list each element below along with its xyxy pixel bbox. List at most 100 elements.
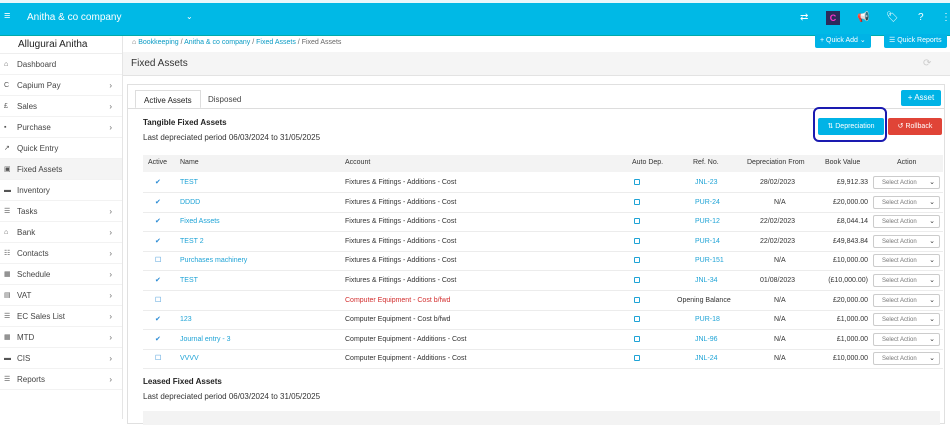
- sidebar-item-vat[interactable]: ▤ VAT ›: [0, 285, 122, 306]
- auto-dep-icon[interactable]: [634, 296, 640, 303]
- tangible-section-title: Tangible Fixed Assets: [143, 118, 227, 127]
- breadcrumb-fixed-assets[interactable]: Fixed Assets: [256, 39, 296, 46]
- select-action-dropdown[interactable]: Select Action ⌄: [873, 195, 940, 209]
- chevron-right-icon: ›: [109, 375, 112, 384]
- active-checkbox[interactable]: ✔: [155, 218, 162, 225]
- help-icon[interactable]: ?: [918, 12, 924, 23]
- asset-name-link[interactable]: DDDD: [180, 199, 200, 206]
- auto-dep-icon[interactable]: [634, 257, 640, 264]
- select-action-dropdown[interactable]: Select Action ⌄: [873, 234, 940, 248]
- quick-reports-button[interactable]: ☰ Quick Reports: [884, 34, 947, 48]
- active-checkbox[interactable]: ✔: [155, 179, 162, 186]
- refresh-icon[interactable]: ⟳: [923, 58, 931, 69]
- sidebar-item-dashboard[interactable]: ⌂ Dashboard: [0, 54, 122, 75]
- active-checkbox[interactable]: ✔: [155, 277, 162, 284]
- ref-no-cell[interactable]: JNL-96: [695, 336, 718, 343]
- megaphone-icon[interactable]: 📢: [857, 12, 869, 23]
- menu-icon[interactable]: ≡: [4, 10, 10, 22]
- sidebar-item-bank[interactable]: ⌂ Bank ›: [0, 222, 122, 243]
- table-row: ✔ 123 Computer Equipment - Cost b/fwd PUR-1…: [143, 310, 943, 331]
- chevron-down-icon[interactable]: ⌄: [186, 12, 193, 21]
- quick-add-button[interactable]: + Quick Add ⌄: [815, 34, 871, 48]
- active-checkbox[interactable]: ☐: [155, 355, 162, 362]
- sidebar-item-label: MTD: [17, 333, 35, 342]
- ref-no-cell[interactable]: JNL-34: [695, 277, 718, 284]
- switch-icon[interactable]: ⇄: [800, 12, 808, 23]
- tab-disposed[interactable]: Disposed: [200, 90, 249, 109]
- active-checkbox[interactable]: ☐: [155, 257, 162, 264]
- active-checkbox[interactable]: ✔: [155, 238, 162, 245]
- ref-no-cell[interactable]: PUR-18: [695, 316, 720, 323]
- breadcrumb-current: Fixed Assets: [301, 39, 342, 46]
- sidebar-item-cis[interactable]: ▬ CIS ›: [0, 348, 122, 369]
- book-value-cell: £1,000.00: [836, 335, 868, 343]
- select-action-dropdown[interactable]: Select Action ⌄: [873, 176, 940, 189]
- sidebar-item-schedule[interactable]: ▦ Schedule ›: [0, 264, 122, 285]
- ref-no-cell[interactable]: PUR-24: [695, 199, 720, 206]
- tag-icon[interactable]: 🏷: [886, 12, 899, 23]
- asset-name-link[interactable]: 123: [180, 316, 192, 323]
- table-row: ✔ TEST Fixtures & Fittings - Additions - C…: [143, 271, 943, 291]
- active-checkbox[interactable]: ✔: [155, 316, 162, 323]
- sidebar-item-inventory[interactable]: ▬ Inventory: [0, 180, 122, 201]
- select-action-dropdown[interactable]: Select Action ⌄: [873, 274, 940, 287]
- asset-name-link[interactable]: VVVV: [180, 355, 199, 362]
- select-action-dropdown[interactable]: Select Action ⌄: [873, 352, 940, 366]
- select-action-dropdown[interactable]: Select Action ⌄: [873, 215, 940, 229]
- ref-no-cell[interactable]: PUR-12: [695, 218, 720, 225]
- chevron-down-icon: ⌄: [929, 296, 935, 304]
- sidebar-item-purchase[interactable]: ▪ Purchase ›: [0, 117, 122, 138]
- sidebar-item-tasks[interactable]: ☰ Tasks ›: [0, 201, 122, 222]
- asset-name-link[interactable]: TEST: [180, 179, 198, 186]
- company-selector[interactable]: Anitha & co company: [27, 12, 122, 23]
- sidebar-icon: ▪: [4, 124, 7, 131]
- asset-name-link[interactable]: Fixed Assets: [180, 218, 220, 225]
- account-cell: Fixtures & Fittings - Additions - Cost: [345, 179, 457, 186]
- add-asset-button[interactable]: + Asset: [901, 90, 941, 106]
- auto-dep-icon[interactable]: [634, 198, 640, 205]
- auto-dep-icon[interactable]: [634, 355, 640, 362]
- rollback-button[interactable]: ↺ Rollback: [888, 118, 942, 135]
- auto-dep-icon[interactable]: [634, 218, 640, 225]
- auto-dep-icon[interactable]: [634, 277, 640, 283]
- asset-name-link[interactable]: Journal entry - 3: [180, 336, 231, 343]
- depreciation-button[interactable]: ⇅ Depreciation: [818, 118, 884, 135]
- sidebar-item-sales[interactable]: £ Sales ›: [0, 96, 122, 117]
- asset-name-link[interactable]: TEST: [180, 277, 198, 284]
- active-checkbox[interactable]: ☐: [155, 297, 162, 304]
- book-value-cell: £8,044.14: [836, 218, 868, 226]
- ref-no-cell[interactable]: JNL-23: [695, 179, 718, 186]
- sidebar-item-ec-sales-list[interactable]: ☰ EC Sales List ›: [0, 306, 122, 327]
- sidebar-item-reports[interactable]: ☰ Reports ›: [0, 369, 122, 390]
- more-icon[interactable]: ⋮: [941, 12, 950, 23]
- auto-dep-icon[interactable]: [634, 316, 640, 323]
- auto-dep-icon[interactable]: [634, 335, 640, 342]
- active-checkbox[interactable]: ✔: [155, 199, 162, 206]
- breadcrumb-bookkeeping[interactable]: Bookkeeping: [138, 39, 178, 46]
- tab-active-assets[interactable]: Active Assets: [135, 90, 201, 109]
- select-action-dropdown[interactable]: Select Action ⌄: [873, 313, 940, 327]
- capium-logo-icon[interactable]: C: [826, 11, 840, 25]
- sidebar-item-fixed-assets[interactable]: ▣ Fixed Assets: [0, 159, 122, 180]
- sidebar-item-mtd[interactable]: ▦ MTD ›: [0, 327, 122, 348]
- select-action-dropdown[interactable]: Select Action ⌄: [873, 293, 940, 307]
- sidebar-icon: ⌂: [4, 229, 9, 236]
- sidebar-item-capium-pay[interactable]: C Capium Pay ›: [0, 75, 122, 96]
- auto-dep-icon[interactable]: [634, 179, 640, 185]
- asset-name-link[interactable]: Purchases machinery: [180, 257, 247, 264]
- table-row: ✔ TEST 2 Fixtures & Fittings - Additions -…: [143, 232, 943, 252]
- active-checkbox[interactable]: ✔: [155, 336, 162, 343]
- ref-no-cell[interactable]: PUR-151: [695, 257, 724, 264]
- table-row: ☐ Purchases machinery Fixtures & Fittings …: [143, 251, 943, 272]
- ref-no-cell[interactable]: JNL-24: [695, 355, 718, 362]
- asset-name-link[interactable]: TEST 2: [180, 238, 204, 245]
- sidebar-icon: ☰: [4, 313, 11, 320]
- select-action-dropdown[interactable]: Select Action ⌄: [873, 332, 940, 346]
- auto-dep-icon[interactable]: [634, 237, 640, 244]
- sidebar-item-contacts[interactable]: ☷ Contacts ›: [0, 243, 122, 264]
- ref-no-cell[interactable]: PUR-14: [695, 238, 720, 245]
- home-icon[interactable]: ⌂: [132, 39, 136, 46]
- sidebar-item-quick-entry[interactable]: ↗ Quick Entry: [0, 138, 122, 159]
- breadcrumb-company[interactable]: Anitha & co company: [184, 39, 250, 46]
- select-action-dropdown[interactable]: Select Action ⌄: [873, 254, 940, 268]
